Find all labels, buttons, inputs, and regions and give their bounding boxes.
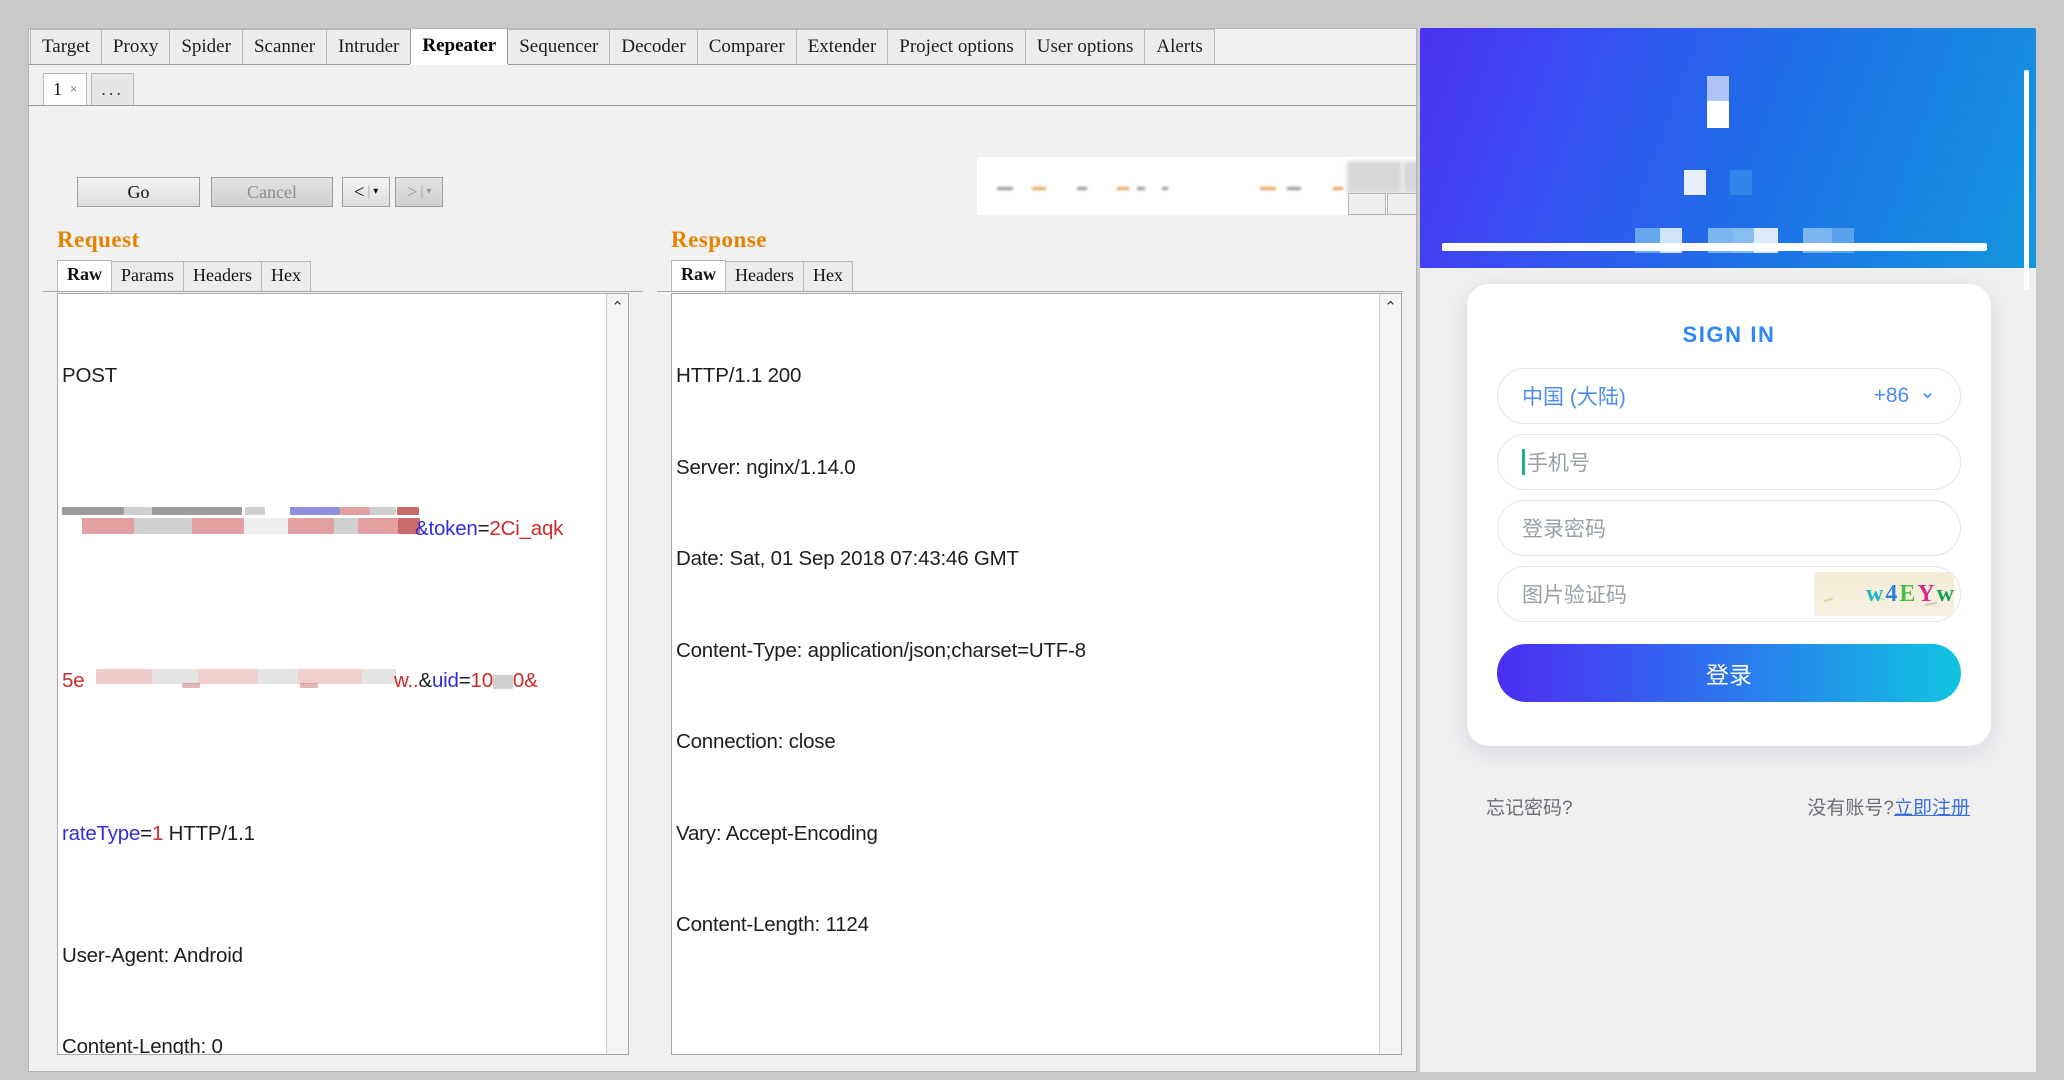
- request-response-panels: Request Raw Params Headers Hex ⌃ POST: [29, 214, 1416, 1071]
- captcha-input[interactable]: 图片验证码 w4EYw: [1497, 566, 1961, 622]
- repeater-toolbar: [29, 106, 1416, 162]
- response-panel-title: Response: [657, 214, 1402, 261]
- request-tab-params[interactable]: Params: [111, 261, 184, 291]
- request-tab-strip: Raw Params Headers Hex: [43, 261, 643, 292]
- login-hero-banner: [1420, 28, 2036, 268]
- mobile-login-screen: SIGN IN 中国 (大陆) +86 ⌄ 手机号 登录密码 图片验证码: [1420, 28, 2036, 1072]
- response-header-vary: Vary: Accept-Encoding: [676, 819, 1378, 850]
- history-forward-button[interactable]: > | ▾: [395, 177, 443, 207]
- response-header-date: Date: Sat, 01 Sep 2018 07:43:46 GMT: [676, 544, 1378, 575]
- main-tab-repeater[interactable]: Repeater: [410, 28, 508, 64]
- register-group: 没有账号?立即注册: [1807, 793, 1970, 820]
- request-editor[interactable]: ⌃ POST: [57, 293, 629, 1055]
- response-blank-line: [676, 1002, 1378, 1033]
- main-tab-extender[interactable]: Extender: [796, 29, 889, 64]
- forgot-password-link[interactable]: 忘记密码?: [1486, 793, 1573, 820]
- main-tab-target[interactable]: Target: [30, 29, 102, 64]
- request-line-content-length: Content-Length: 0: [62, 1032, 605, 1054]
- main-tab-comparer[interactable]: Comparer: [697, 29, 797, 64]
- login-card: SIGN IN 中国 (大陆) +86 ⌄ 手机号 登录密码 图片验证码: [1467, 284, 1991, 746]
- response-tab-strip: Raw Headers Hex: [657, 261, 1402, 292]
- request-tab-hex[interactable]: Hex: [261, 261, 311, 291]
- text-cursor: [1522, 449, 1525, 475]
- request-raw-text[interactable]: POST: [58, 294, 605, 1054]
- main-tab-spider[interactable]: Spider: [169, 29, 243, 64]
- request-token-fragment: &token=2Ci_aqk: [415, 514, 563, 545]
- cancel-button[interactable]: Cancel: [211, 177, 333, 207]
- request-panel-title: Request: [43, 214, 643, 261]
- response-tab-hex[interactable]: Hex: [803, 261, 853, 291]
- main-tab-scanner[interactable]: Scanner: [242, 29, 327, 64]
- scroll-up-icon[interactable]: ⌃: [1380, 298, 1401, 316]
- response-editor[interactable]: ⌃ HTTP/1.1 200 Server: nginx/1.14.0 Date…: [671, 293, 1402, 1055]
- sign-in-title: SIGN IN: [1467, 284, 1991, 348]
- response-status-line: HTTP/1.1 200: [676, 361, 1378, 392]
- main-tab-intruder[interactable]: Intruder: [326, 29, 411, 64]
- password-input[interactable]: 登录密码: [1497, 500, 1961, 556]
- phone-placeholder: 手机号: [1527, 447, 1590, 477]
- repeater-tab-1[interactable]: 1 ×: [43, 73, 87, 105]
- main-tab-decoder[interactable]: Decoder: [609, 29, 697, 64]
- hero-side-bar: [2024, 70, 2029, 290]
- add-repeater-tab-button[interactable]: ...: [91, 73, 134, 105]
- target-url-bar-redacted[interactable]: [977, 157, 1417, 215]
- password-placeholder: 登录密码: [1522, 513, 1606, 543]
- chevron-down-icon: ▾: [426, 187, 431, 197]
- country-dial-code-group: +86 ⌄: [1874, 384, 1936, 409]
- response-header-content-length: Content-Length: 1124: [676, 910, 1378, 941]
- response-tab-headers[interactable]: Headers: [725, 261, 804, 291]
- register-link[interactable]: 立即注册: [1894, 798, 1970, 819]
- scroll-up-icon[interactable]: ⌃: [607, 298, 628, 316]
- back-arrow-icon: < | ▾: [354, 183, 379, 202]
- response-raw-text[interactable]: HTTP/1.1 200 Server: nginx/1.14.0 Date: …: [672, 294, 1378, 1054]
- request-tab-headers[interactable]: Headers: [183, 261, 262, 291]
- login-button[interactable]: 登录: [1497, 644, 1961, 702]
- request-scrollbar[interactable]: ⌃: [606, 294, 628, 1054]
- history-back-button[interactable]: < | ▾: [342, 177, 390, 207]
- no-account-label: 没有账号?: [1807, 798, 1894, 819]
- hero-divider: [1442, 243, 1987, 251]
- main-tab-proxy[interactable]: Proxy: [101, 29, 170, 64]
- main-tab-sequencer[interactable]: Sequencer: [507, 29, 610, 64]
- request-panel: Request Raw Params Headers Hex ⌃ POST: [43, 214, 643, 1071]
- country-name: 中国 (大陆): [1522, 381, 1626, 411]
- request-line-method: POST: [62, 361, 605, 392]
- repeater-tab-1-label: 1: [53, 79, 62, 100]
- response-header-content-type: Content-Type: application/json;charset=U…: [676, 636, 1378, 667]
- request-line-ratetype: rateType=1 HTTP/1.1: [62, 819, 605, 850]
- main-tab-bar: Target Proxy Spider Scanner Intruder Rep…: [29, 29, 1416, 65]
- main-tab-project-options[interactable]: Project options: [887, 29, 1026, 64]
- response-tab-raw[interactable]: Raw: [671, 260, 726, 291]
- request-line-token-continued: 5e w..&uid=100&: [62, 666, 605, 697]
- main-tab-alerts[interactable]: Alerts: [1144, 29, 1214, 64]
- captcha-placeholder: 图片验证码: [1522, 579, 1627, 609]
- forward-arrow-icon: > | ▾: [407, 183, 432, 202]
- screen-root: Target Proxy Spider Scanner Intruder Rep…: [0, 0, 2064, 1080]
- chevron-down-icon: ▾: [373, 187, 378, 197]
- response-header-server: Server: nginx/1.14.0: [676, 453, 1378, 484]
- repeater-tab-strip: 1 × ...: [29, 65, 1416, 106]
- country-dial-code: +86: [1874, 384, 1910, 408]
- burp-suite-window: Target Proxy Spider Scanner Intruder Rep…: [28, 28, 1417, 1072]
- captcha-image[interactable]: w4EYw: [1814, 572, 1954, 616]
- phone-input[interactable]: 手机号: [1497, 434, 1961, 490]
- response-panel: Response Raw Headers Hex ⌃ HTTP/1.1 200 …: [657, 214, 1402, 1071]
- request-line-user-agent: User-Agent: Android: [62, 941, 605, 972]
- login-footer-links: 忘记密码? 没有账号?立即注册: [1420, 793, 2036, 820]
- response-header-connection: Connection: close: [676, 727, 1378, 758]
- close-icon[interactable]: ×: [70, 81, 77, 97]
- chevron-down-icon: ⌄: [1919, 379, 1936, 404]
- country-select[interactable]: 中国 (大陆) +86 ⌄: [1497, 368, 1961, 424]
- request-tab-raw[interactable]: Raw: [57, 260, 112, 291]
- response-scrollbar[interactable]: ⌃: [1379, 294, 1401, 1054]
- main-tab-user-options[interactable]: User options: [1025, 29, 1146, 64]
- request-line-path: &token=2Ci_aqk: [62, 514, 605, 545]
- request-line3-tail: w..&uid=100&: [394, 666, 538, 697]
- go-button[interactable]: Go: [77, 177, 200, 207]
